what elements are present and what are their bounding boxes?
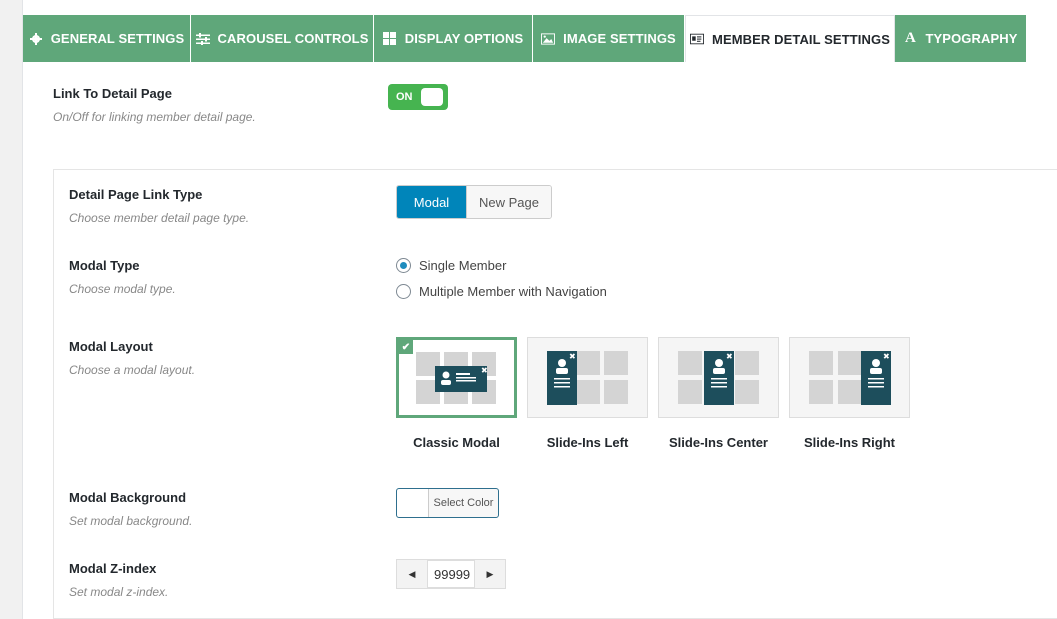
tab-member-detail-settings[interactable]: MEMBER DETAIL SETTINGS [685, 15, 895, 62]
modal-z-label: Modal Z-index [69, 561, 157, 576]
modal-layout-label: Modal Layout [69, 339, 153, 354]
toggle-state: ON [396, 91, 413, 103]
select-color-label: Select Color [433, 497, 494, 509]
slide-right-illustration: ✖ [809, 351, 891, 405]
link-type-segmented: Modal New Page [396, 185, 552, 219]
layout-slide-ins-left[interactable]: ✖ [527, 337, 648, 418]
slide-center-illustration: ✖ [678, 351, 759, 405]
tab-label: MEMBER DETAIL SETTINGS [712, 31, 890, 47]
layout-caption: Slide-Ins Center [669, 435, 768, 450]
color-swatch [397, 489, 429, 517]
tab-label: IMAGE SETTINGS [563, 31, 676, 46]
svg-text:✖: ✖ [726, 352, 733, 361]
link-detail-label: Link To Detail Page [53, 86, 172, 101]
radio-label: Multiple Member with Navigation [419, 284, 607, 299]
image-icon [541, 32, 556, 46]
radio-label: Single Member [419, 258, 507, 273]
radio-dot [396, 258, 411, 273]
decrement-arrow-icon[interactable]: ◀ [397, 560, 427, 588]
modal-bg-desc: Set modal background. [69, 514, 193, 528]
modal-layout-desc: Choose a modal layout. [69, 363, 196, 377]
tab-display-options[interactable]: DISPLAY OPTIONS [374, 15, 533, 62]
modal-type-label: Modal Type [69, 258, 140, 273]
tab-image-settings[interactable]: IMAGE SETTINGS [533, 15, 685, 62]
tab-label: GENERAL SETTINGS [50, 31, 185, 46]
layout-caption: Slide-Ins Left [546, 435, 629, 450]
layout-caption: Classic Modal [413, 435, 500, 450]
modal-bg-label: Modal Background [69, 490, 187, 505]
link-type-label: Detail Page Link Type [69, 187, 203, 202]
link-type-modal-button[interactable]: Modal [397, 186, 466, 218]
tab-typography[interactable]: A TYPOGRAPHY [895, 15, 1027, 62]
svg-text:✖: ✖ [569, 352, 576, 361]
z-index-input[interactable] [427, 560, 475, 588]
tab-label: CAROUSEL CONTROLS [217, 31, 369, 46]
link-detail-toggle[interactable]: ON [388, 84, 448, 110]
radio-single-member[interactable]: Single Member [396, 258, 506, 273]
tab-label: TYPOGRAPHY [925, 31, 1018, 46]
radio-dot [396, 284, 411, 299]
font-icon: A [905, 30, 916, 46]
toggle-knob [421, 88, 443, 106]
gear-icon [29, 32, 43, 46]
check-icon: ✔ [399, 340, 413, 354]
slide-left-illustration: ✖ [547, 351, 628, 405]
layout-caption: Slide-Ins Right [804, 435, 895, 450]
link-type-desc: Choose member detail page type. [69, 211, 250, 225]
radio-multiple-member[interactable]: Multiple Member with Navigation [396, 284, 607, 299]
svg-text:✖: ✖ [481, 366, 488, 375]
increment-arrow-icon[interactable]: ▶ [475, 560, 505, 588]
layout-slide-ins-right[interactable]: ✖ [789, 337, 910, 418]
layout-classic-modal[interactable]: ✔ ✖ [396, 337, 517, 418]
classic-modal-illustration: ✖ [416, 352, 496, 404]
modal-z-desc: Set modal z-index. [69, 585, 169, 599]
link-detail-desc: On/Off for linking member detail page. [53, 110, 256, 124]
link-type-new-page-button[interactable]: New Page [466, 186, 551, 218]
modal-type-desc: Choose modal type. [69, 282, 176, 296]
z-index-stepper: ◀ ▶ [396, 559, 506, 589]
svg-text:✖: ✖ [883, 352, 890, 361]
sliders-icon [195, 32, 210, 46]
id-card-icon [690, 32, 705, 46]
tab-label: DISPLAY OPTIONS [404, 31, 524, 46]
layout-slide-ins-center[interactable]: ✖ [658, 337, 779, 418]
grid-icon [383, 32, 397, 46]
select-color-button[interactable]: Select Color [396, 488, 499, 518]
tab-carousel-controls[interactable]: CAROUSEL CONTROLS [191, 15, 374, 62]
tab-general-settings[interactable]: GENERAL SETTINGS [23, 15, 191, 62]
tab-bar: GENERAL SETTINGS CAROUSEL CONTROLS DISPL… [23, 15, 1027, 62]
